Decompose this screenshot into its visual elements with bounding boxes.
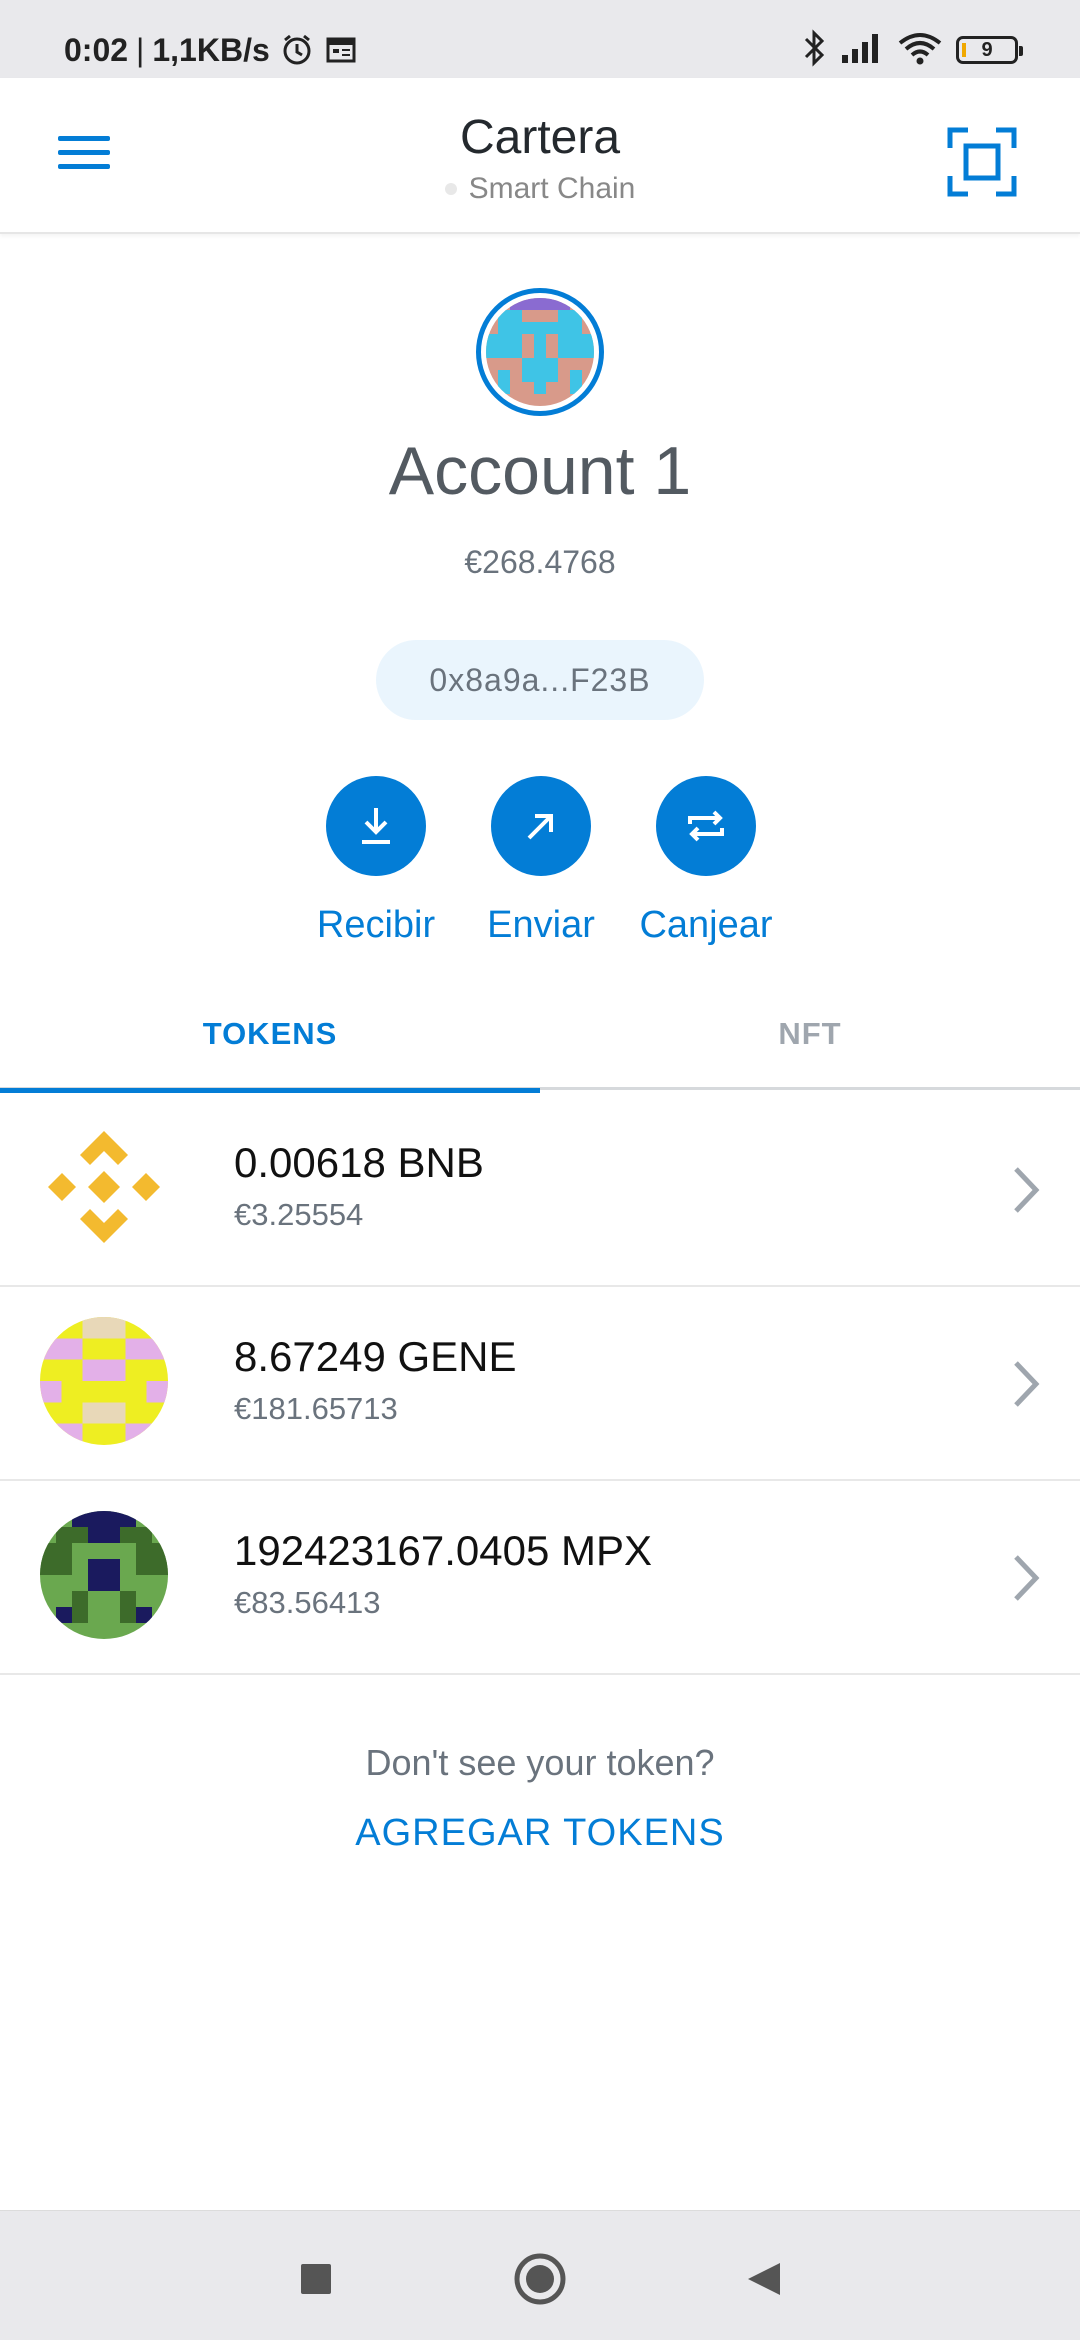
- chevron-right-icon: [1010, 1551, 1044, 1605]
- tab-tokens[interactable]: TOKENS: [0, 978, 540, 1093]
- token-row-gene[interactable]: 8.67249 GENE €181.65713: [0, 1287, 1080, 1481]
- dont-see-token-text: Don't see your token?: [365, 1742, 715, 1783]
- swap-icon: [656, 776, 756, 876]
- account-address-pill[interactable]: 0x8a9a...F23B: [376, 640, 704, 720]
- token-fiat-value: €181.65713: [234, 1391, 398, 1426]
- send-label: Enviar: [487, 904, 595, 946]
- network-name: Smart Chain: [468, 172, 636, 205]
- account-name[interactable]: Account 1: [0, 432, 1080, 510]
- recents-square-icon[interactable]: [288, 2251, 344, 2307]
- account-balance: €268.4768: [464, 544, 616, 580]
- network-status-dot: [444, 183, 457, 195]
- home-circle-icon[interactable]: [512, 2251, 568, 2307]
- bluetooth-icon: [802, 28, 826, 72]
- tab-nft[interactable]: NFT: [540, 978, 1080, 1090]
- chevron-right-icon: [1010, 1163, 1044, 1217]
- identicon-icon: [486, 298, 594, 406]
- alarm-icon: [280, 33, 314, 67]
- status-right: 9: [802, 28, 1023, 72]
- network-indicator[interactable]: Smart Chain: [0, 172, 1080, 206]
- swap-label: Canjear: [639, 904, 773, 946]
- mpx-token-icon: [40, 1511, 168, 1639]
- token-row-mpx[interactable]: 192423167.0405 MPX €83.56413: [0, 1481, 1080, 1675]
- swap-button[interactable]: Canjear: [616, 776, 796, 947]
- gene-token-icon: [40, 1317, 168, 1445]
- wifi-icon: [898, 31, 942, 70]
- wallet-actions: Recibir Enviar Canjear: [0, 776, 1080, 946]
- calendar-icon: [324, 33, 358, 67]
- receive-label: Recibir: [316, 904, 436, 946]
- token-amount: 0.00618 BNB: [234, 1139, 484, 1186]
- chevron-right-icon: [1010, 1357, 1044, 1411]
- add-tokens-link[interactable]: AGREGAR TOKENS: [0, 1812, 1080, 1855]
- token-fiat-value: €3.25554: [234, 1197, 364, 1232]
- status-network-speed: 1,1KB/s: [152, 31, 270, 68]
- scan-qr-icon[interactable]: [946, 126, 1018, 198]
- status-separator: |: [136, 31, 145, 68]
- status-bar: 0:02 | 1,1KB/s 9: [0, 0, 1080, 78]
- token-amount: 192423167.0405 MPX: [234, 1527, 653, 1574]
- send-button[interactable]: Enviar: [451, 776, 631, 947]
- asset-tabs: TOKENS NFT: [0, 978, 1080, 1093]
- receive-button[interactable]: Recibir: [286, 776, 466, 947]
- token-row-bnb[interactable]: 0.00618 BNB €3.25554: [0, 1093, 1080, 1287]
- token-amount: 8.67249 GENE: [234, 1333, 517, 1380]
- bnb-logo-icon: [40, 1123, 168, 1251]
- system-nav-bar: [0, 2210, 1080, 2340]
- status-left: 0:02 | 1,1KB/s: [64, 28, 358, 72]
- receive-icon: [326, 776, 426, 876]
- battery-level-fill: [962, 43, 966, 57]
- battery-icon: 9: [956, 36, 1023, 64]
- battery-level-text: 9: [981, 38, 993, 61]
- account-avatar[interactable]: [476, 288, 604, 416]
- app-header: Cartera Smart Chain: [0, 78, 1080, 234]
- send-icon: [491, 776, 591, 876]
- status-time: 0:02: [64, 31, 129, 68]
- page-title: Cartera: [459, 111, 621, 164]
- token-fiat-value: €83.56413: [234, 1585, 381, 1620]
- signal-icon: [840, 31, 884, 70]
- back-triangle-icon[interactable]: [736, 2251, 792, 2307]
